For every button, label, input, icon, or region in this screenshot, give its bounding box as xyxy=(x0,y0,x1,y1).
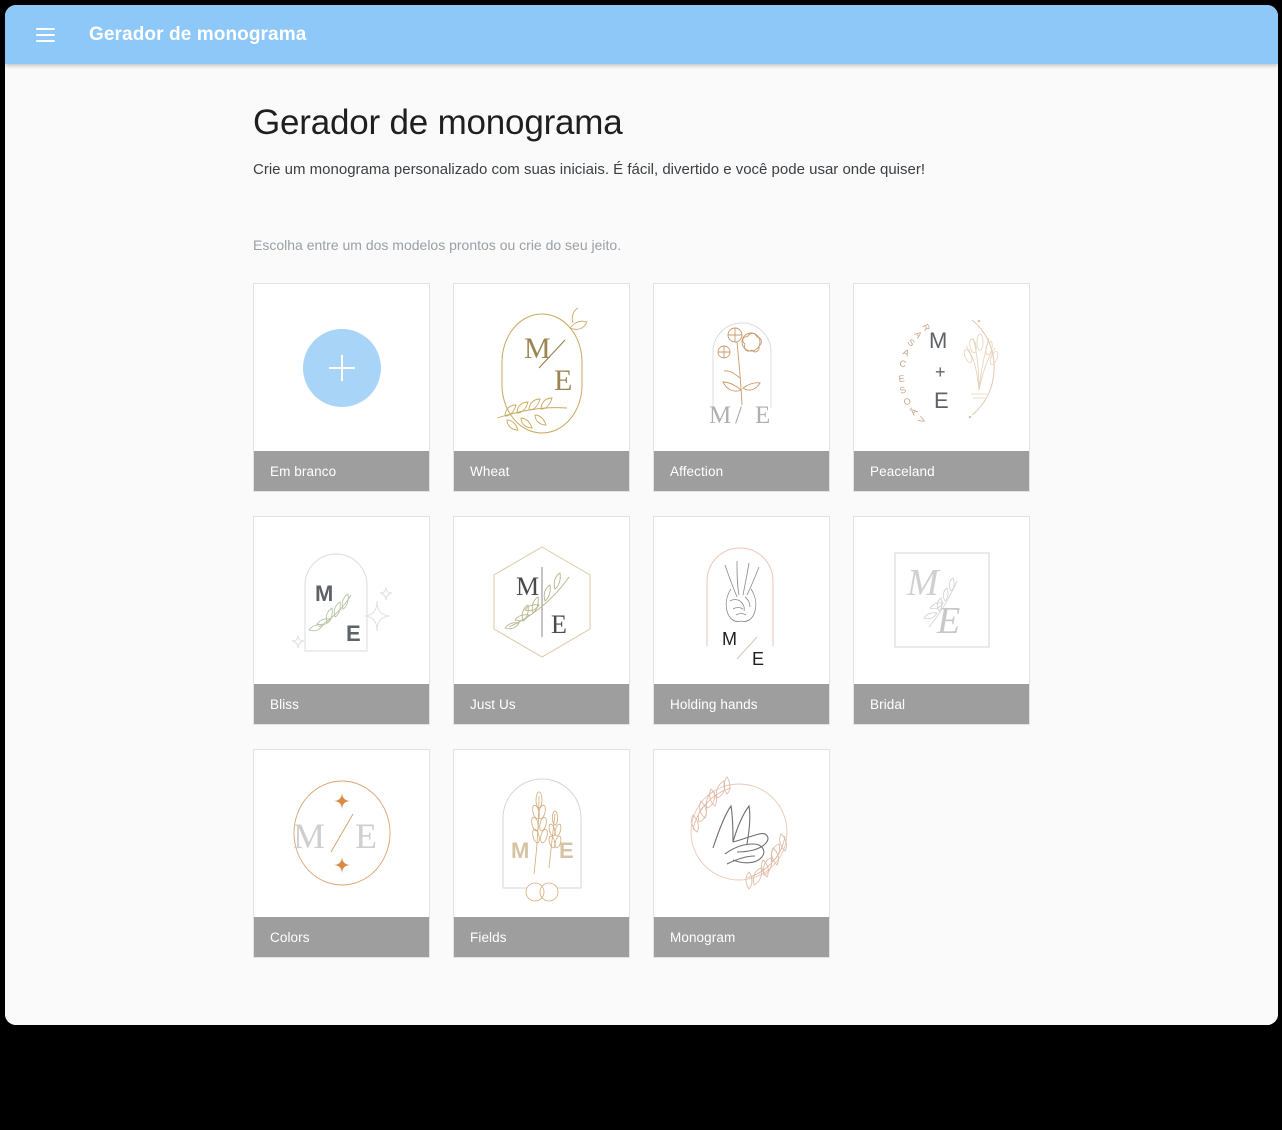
svg-text:A: A xyxy=(901,347,912,359)
svg-text:M: M xyxy=(511,838,529,863)
svg-text:V: V xyxy=(916,414,928,425)
svg-text:S: S xyxy=(898,384,908,396)
monogram-art-monogram xyxy=(667,756,817,911)
monogram-art-just-us: M E xyxy=(467,523,617,678)
template-label: Bliss xyxy=(254,684,429,724)
menu-bar-1 xyxy=(36,28,55,30)
svg-text:E: E xyxy=(752,649,764,669)
svg-text:C: C xyxy=(898,358,907,369)
template-label: Holding hands xyxy=(654,684,829,724)
template-label: Affection xyxy=(654,451,829,491)
template-card-affection[interactable]: M / E Affection xyxy=(653,283,830,492)
svg-text:M: M xyxy=(929,328,947,353)
template-preview-fields: M E xyxy=(454,750,629,917)
template-card-bridal[interactable]: M E Bridal xyxy=(853,516,1030,725)
page-title: Gerador de monograma xyxy=(253,104,1278,143)
svg-text:M: M xyxy=(516,572,539,601)
template-card-fields[interactable]: M E Fields xyxy=(453,749,630,958)
template-label: Fields xyxy=(454,917,629,957)
template-label: Em branco xyxy=(254,451,429,491)
monogram-art-wheat: M E xyxy=(467,290,617,445)
template-card-blank[interactable]: Em branco xyxy=(253,283,430,492)
menu-bar-3 xyxy=(36,40,55,42)
app-bar-title: Gerador de monograma xyxy=(89,24,306,46)
choose-template-hint: Escolha entre um dos modelos prontos ou … xyxy=(253,237,1278,253)
template-card-monogram[interactable]: Monogram xyxy=(653,749,830,958)
app-bar: Gerador de monograma xyxy=(5,5,1278,64)
page-body: Gerador de monograma Crie um monograma p… xyxy=(5,64,1278,1025)
svg-text:/: / xyxy=(735,402,742,429)
svg-text:E: E xyxy=(554,364,572,397)
monogram-art-colors: M E xyxy=(267,756,417,911)
template-preview-just-us: M E xyxy=(454,517,629,684)
monogram-art-fields: M E xyxy=(467,756,617,911)
monogram-art-holding-hands: M E xyxy=(667,523,817,678)
svg-text:M: M xyxy=(709,402,731,429)
svg-text:E: E xyxy=(355,816,377,856)
template-preview-wheat: M E xyxy=(454,284,629,451)
svg-text:M: M xyxy=(293,816,325,856)
svg-text:E: E xyxy=(551,610,567,639)
svg-text:E: E xyxy=(934,388,949,413)
hamburger-menu-icon[interactable] xyxy=(25,15,65,55)
svg-text:E: E xyxy=(755,402,770,429)
template-preview-holding-hands: M E xyxy=(654,517,829,684)
template-label: Wheat xyxy=(454,451,629,491)
template-label: Colors xyxy=(254,917,429,957)
template-preview-bliss: M E xyxy=(254,517,429,684)
svg-text:M: M xyxy=(315,581,333,606)
svg-text:M: M xyxy=(906,562,941,604)
svg-text:+: + xyxy=(935,362,946,382)
template-grid: Em branco M E xyxy=(253,283,1030,958)
monogram-art-bridal: M E xyxy=(867,523,1017,678)
template-preview-peaceland: R A S A C E S O Ã V M + E xyxy=(854,284,1029,451)
monogram-art-affection: M / E xyxy=(667,290,817,445)
template-card-holding-hands[interactable]: M E Holding hands xyxy=(653,516,830,725)
template-card-just-us[interactable]: M E Just Us xyxy=(453,516,630,725)
app-window: Gerador de monograma Gerador de monogram… xyxy=(5,5,1278,1025)
svg-text:E: E xyxy=(897,373,905,384)
add-blank-icon[interactable] xyxy=(303,329,381,407)
monogram-art-peaceland: R A S A C E S O Ã V M + E xyxy=(867,290,1017,445)
template-card-peaceland[interactable]: R A S A C E S O Ã V M + E xyxy=(853,283,1030,492)
svg-text:E: E xyxy=(559,838,574,863)
template-label: Just Us xyxy=(454,684,629,724)
template-card-bliss[interactable]: M E xyxy=(253,516,430,725)
template-preview-blank xyxy=(254,284,429,451)
page-subtitle: Crie um monograma personalizado com suas… xyxy=(253,160,1278,180)
template-card-colors[interactable]: M E Colors xyxy=(253,749,430,958)
template-label: Peaceland xyxy=(854,451,1029,491)
template-label: Bridal xyxy=(854,684,1029,724)
svg-text:E: E xyxy=(346,621,361,646)
template-preview-colors: M E xyxy=(254,750,429,917)
menu-bar-2 xyxy=(36,34,55,36)
template-card-wheat[interactable]: M E xyxy=(453,283,630,492)
template-preview-monogram xyxy=(654,750,829,917)
monogram-art-bliss: M E xyxy=(267,523,417,678)
template-label: Monogram xyxy=(654,917,829,957)
svg-text:M: M xyxy=(722,629,737,649)
template-preview-affection: M / E xyxy=(654,284,829,451)
template-preview-bridal: M E xyxy=(854,517,1029,684)
svg-text:E: E xyxy=(936,600,960,642)
